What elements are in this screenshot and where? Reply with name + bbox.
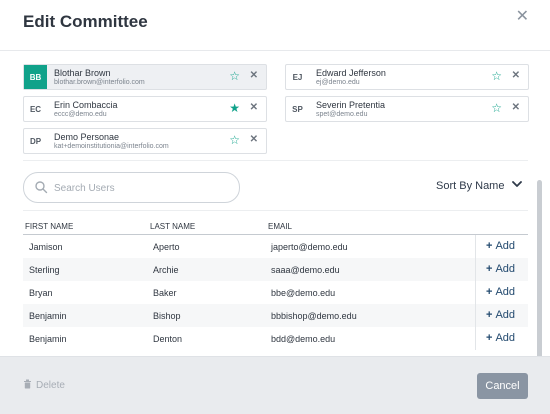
close-icon[interactable]: ✕ bbox=[516, 9, 529, 25]
cancel-button[interactable]: Cancel bbox=[477, 373, 528, 399]
cell-email: saaa@demo.edu bbox=[271, 265, 340, 275]
member-name: Edward Jefferson bbox=[316, 68, 386, 78]
table-row: Bryan Baker bbe@demo.edu + Add bbox=[23, 281, 528, 304]
table-row: Sterling Archie saaa@demo.edu + Add bbox=[23, 258, 528, 281]
member-email: spet@demo.edu bbox=[316, 111, 368, 118]
trash-icon bbox=[24, 379, 31, 389]
add-cell: + Add bbox=[475, 235, 529, 258]
search-icon bbox=[35, 181, 48, 194]
sort-label: Sort By Name bbox=[436, 180, 505, 192]
cell-last-name: Denton bbox=[153, 334, 183, 344]
star-outline-icon[interactable]: ☆ bbox=[229, 70, 240, 82]
member-initials: EC bbox=[29, 104, 42, 114]
table-row: Jamison Aperto japerto@demo.edu + Add bbox=[23, 235, 528, 258]
sort-dropdown[interactable]: Sort By Name bbox=[436, 180, 522, 192]
member-name: Severin Pretentia bbox=[316, 100, 386, 110]
add-button[interactable]: + Add bbox=[486, 309, 515, 321]
column-header-first-name: FIRST NAME bbox=[25, 222, 74, 231]
add-button[interactable]: + Add bbox=[486, 263, 515, 275]
member-card: EJ Edward Jefferson ej@demo.edu ☆ ✕ bbox=[285, 64, 529, 90]
add-cell: + Add bbox=[475, 304, 529, 327]
scrollbar-thumb[interactable] bbox=[537, 180, 542, 360]
remove-icon[interactable]: ✕ bbox=[250, 102, 258, 114]
plus-icon: + bbox=[486, 309, 493, 321]
remove-icon[interactable]: ✕ bbox=[250, 70, 258, 82]
edit-committee-dialog: Edit Committee ✕ BB Blothar Brown blotha… bbox=[0, 0, 550, 414]
add-button[interactable]: + Add bbox=[486, 332, 515, 344]
add-cell: + Add bbox=[475, 327, 529, 350]
remove-icon[interactable]: ✕ bbox=[250, 134, 258, 146]
member-name: Demo Personae bbox=[54, 132, 120, 142]
member-initials: DP bbox=[29, 136, 42, 146]
cell-first-name: Benjamin bbox=[29, 334, 67, 344]
member-name: Erin Combaccia bbox=[54, 100, 118, 110]
add-label: Add bbox=[495, 309, 516, 321]
cell-first-name: Bryan bbox=[29, 288, 53, 298]
cell-first-name: Jamison bbox=[29, 242, 63, 252]
cell-first-name: Benjamin bbox=[29, 311, 67, 321]
add-label: Add bbox=[495, 240, 516, 252]
table-header: FIRST NAME LAST NAME EMAIL bbox=[23, 218, 528, 235]
member-initials: SP bbox=[292, 104, 303, 114]
divider bbox=[23, 210, 528, 211]
member-email: ej@demo.edu bbox=[316, 79, 360, 86]
add-button[interactable]: + Add bbox=[486, 240, 515, 252]
member-initials: EJ bbox=[292, 72, 303, 82]
plus-icon: + bbox=[486, 263, 493, 275]
member-email: blothar.brown@interfolio.com bbox=[54, 79, 145, 86]
dialog-header: Edit Committee ✕ bbox=[0, 0, 550, 51]
column-header-email: EMAIL bbox=[268, 222, 293, 231]
member-email: eccc@demo.edu bbox=[54, 111, 107, 118]
delete-button[interactable]: Delete bbox=[23, 379, 65, 391]
cell-email: japerto@demo.edu bbox=[271, 242, 348, 252]
cell-email: bbe@demo.edu bbox=[271, 288, 336, 298]
member-card: SP Severin Pretentia spet@demo.edu ☆ ✕ bbox=[285, 96, 529, 122]
table-row: Benjamin Denton bdd@demo.edu + Add bbox=[23, 327, 528, 350]
divider bbox=[23, 160, 528, 161]
table-row: Benjamin Bishop bbbishop@demo.edu + Add bbox=[23, 304, 528, 327]
remove-icon[interactable]: ✕ bbox=[512, 102, 520, 114]
star-filled-icon[interactable]: ★ bbox=[229, 102, 240, 114]
plus-icon: + bbox=[486, 240, 493, 252]
cell-last-name: Aperto bbox=[153, 242, 180, 252]
cell-last-name: Archie bbox=[153, 265, 179, 275]
cell-email: bbbishop@demo.edu bbox=[271, 311, 357, 321]
add-button[interactable]: + Add bbox=[486, 286, 515, 298]
cell-last-name: Bishop bbox=[153, 311, 181, 321]
delete-label: Delete bbox=[36, 380, 65, 391]
member-card: EC Erin Combaccia eccc@demo.edu ★ ✕ bbox=[23, 96, 267, 122]
search-box bbox=[23, 172, 240, 204]
star-outline-icon[interactable]: ☆ bbox=[229, 134, 240, 146]
add-cell: + Add bbox=[475, 258, 529, 281]
member-card: BB Blothar Brown blothar.brown@interfoli… bbox=[23, 64, 267, 90]
add-label: Add bbox=[495, 286, 516, 298]
cell-first-name: Sterling bbox=[29, 265, 60, 275]
plus-icon: + bbox=[486, 286, 493, 298]
star-outline-icon[interactable]: ☆ bbox=[491, 102, 502, 114]
member-name: Blothar Brown bbox=[54, 68, 111, 78]
dialog-footer: Delete Cancel bbox=[0, 356, 550, 414]
add-label: Add bbox=[495, 263, 516, 275]
add-cell: + Add bbox=[475, 281, 529, 304]
add-label: Add bbox=[495, 332, 516, 344]
remove-icon[interactable]: ✕ bbox=[512, 70, 520, 82]
search-input[interactable] bbox=[52, 173, 236, 204]
cell-email: bdd@demo.edu bbox=[271, 334, 336, 344]
column-header-last-name: LAST NAME bbox=[150, 222, 196, 231]
plus-icon: + bbox=[486, 332, 493, 344]
dialog-title: Edit Committee bbox=[23, 12, 148, 31]
member-card: DP Demo Personae kat+demoinstitutionia@i… bbox=[23, 128, 267, 154]
star-outline-icon[interactable]: ☆ bbox=[491, 70, 502, 82]
chevron-down-icon bbox=[511, 181, 522, 187]
member-initials: BB bbox=[24, 65, 47, 89]
cell-last-name: Baker bbox=[153, 288, 177, 298]
member-email: kat+demoinstitutionia@interfolio.com bbox=[54, 143, 169, 150]
